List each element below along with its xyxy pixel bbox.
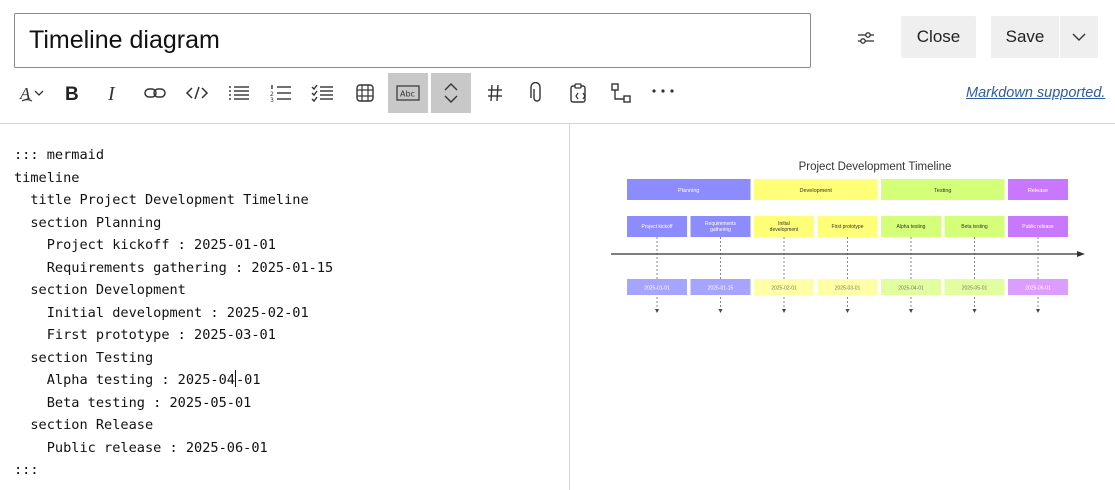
close-button[interactable]: Close <box>901 16 976 58</box>
text-style-icon: A <box>19 84 44 103</box>
timeline-diagram: Project Development Timeline Planning Proj… <box>611 161 1085 313</box>
connector-arrow <box>718 309 723 313</box>
numbered-list-icon: 2 3 <box>270 85 291 103</box>
bold-icon: B <box>65 84 79 105</box>
attachment-button[interactable] <box>516 73 558 113</box>
date-label: 2025-02-01 <box>771 286 797 292</box>
code-line: section Planning <box>14 214 162 231</box>
italic-icon: I <box>107 83 116 105</box>
collapse-icon <box>444 83 458 103</box>
title-input[interactable] <box>14 13 811 68</box>
svg-text:Abc: Abc <box>400 90 415 99</box>
svg-text:B: B <box>65 84 79 105</box>
connector-arrow <box>845 309 850 313</box>
connector-arrow <box>655 309 659 313</box>
code-line: ::: <box>14 462 39 478</box>
code-line: section Testing <box>14 349 154 366</box>
connector-arrow <box>782 309 786 313</box>
diagram-title: Project Development Timeline <box>799 161 952 173</box>
svg-text:3: 3 <box>270 97 274 103</box>
code-line: Alpha testing : 2025-04-01 <box>14 370 261 388</box>
task-label: Public release <box>1022 224 1054 230</box>
date-label: 2025-05-01 <box>962 286 988 292</box>
paste-code-button[interactable] <box>558 73 600 113</box>
more-options-button[interactable] <box>642 73 684 113</box>
text-box-icon: Abc <box>396 85 420 101</box>
code-line: section Development <box>14 282 186 298</box>
code-line: ::: mermaid <box>14 147 105 163</box>
pane-divider[interactable] <box>569 124 570 490</box>
section-label: Development <box>800 188 833 194</box>
code-button[interactable] <box>176 73 218 113</box>
save-button[interactable]: Save <box>991 16 1059 58</box>
table-icon <box>356 84 374 102</box>
date-label: 2025-04-01 <box>898 286 924 292</box>
numbered-list-button[interactable]: 2 3 <box>260 73 302 113</box>
text-box-button[interactable]: Abc <box>388 73 428 113</box>
sliders-icon <box>858 32 874 44</box>
date-label: 2025-01-01 <box>644 286 670 292</box>
bold-button[interactable]: B <box>50 73 92 113</box>
diagram-button[interactable] <box>600 73 642 113</box>
heading-button[interactable] <box>474 73 516 113</box>
code-line: title Project Development Timeline <box>14 192 309 208</box>
formatting-toolbar: A B I 2 3 Abc <box>10 72 684 114</box>
code-line: timeline <box>14 169 80 186</box>
svg-text:I: I <box>107 83 116 105</box>
table-button[interactable] <box>344 73 386 113</box>
date-label: 2025-06-01 <box>1025 286 1051 292</box>
axis-arrow <box>1077 251 1085 257</box>
code-line: Beta testing : 2025-05-01 <box>14 394 252 411</box>
date-label: 2025-03-01 <box>835 286 861 292</box>
markdown-editor[interactable]: ::: mermaidtimeline title Project Develo… <box>14 144 559 484</box>
italic-button[interactable]: I <box>92 73 134 113</box>
code-line: Requirements gathering : 2025-01-15 <box>14 259 334 276</box>
task-label: First prototype <box>832 224 864 230</box>
link-button[interactable] <box>134 73 176 113</box>
section-label: Testing <box>934 188 951 194</box>
code-icon <box>185 86 209 100</box>
code-line: Project kickoff : 2025-01-01 <box>14 237 276 253</box>
connector-arrow <box>909 309 913 313</box>
section-label: Planning <box>678 188 699 194</box>
chevron-down-icon <box>1072 33 1086 41</box>
diagram-icon <box>611 83 631 103</box>
task-label: development <box>770 227 799 233</box>
date-label: 2025-01-15 <box>708 286 734 292</box>
connector-arrow <box>1036 309 1040 313</box>
markdown-supported-link[interactable]: Markdown supported. <box>966 85 1105 101</box>
collapse-button[interactable] <box>431 73 471 113</box>
code-line: First prototype : 2025-03-01 <box>14 327 276 343</box>
section-label: Release <box>1028 188 1048 194</box>
task-label: Alpha testing <box>897 224 926 230</box>
code-line: Initial development : 2025-02-01 <box>14 304 309 321</box>
bulleted-list-icon <box>229 86 249 100</box>
diagram-preview: Project Development Timeline Planning Proj… <box>600 150 1095 330</box>
code-line: section Release <box>14 417 154 433</box>
code-line: Public release : 2025-06-01 <box>14 439 268 456</box>
more-icon <box>652 89 674 93</box>
task-label: Project kickoff <box>641 224 673 230</box>
text-style-button[interactable]: A <box>10 73 50 113</box>
settings-button[interactable] <box>848 22 884 54</box>
toolbar-divider <box>0 123 1115 124</box>
link-icon <box>144 88 166 98</box>
heading-icon <box>488 84 502 102</box>
checklist-icon <box>311 84 333 103</box>
save-options-dropdown[interactable] <box>1060 16 1098 58</box>
task-label: Beta testing <box>961 224 988 230</box>
save-button-group: Save <box>991 16 1098 58</box>
connector-arrow <box>972 309 977 313</box>
bulleted-list-button[interactable] <box>218 73 260 113</box>
attachment-icon <box>530 82 541 102</box>
paste-code-icon <box>570 83 586 103</box>
task-label: gathering <box>710 227 731 233</box>
checklist-button[interactable] <box>302 73 344 113</box>
